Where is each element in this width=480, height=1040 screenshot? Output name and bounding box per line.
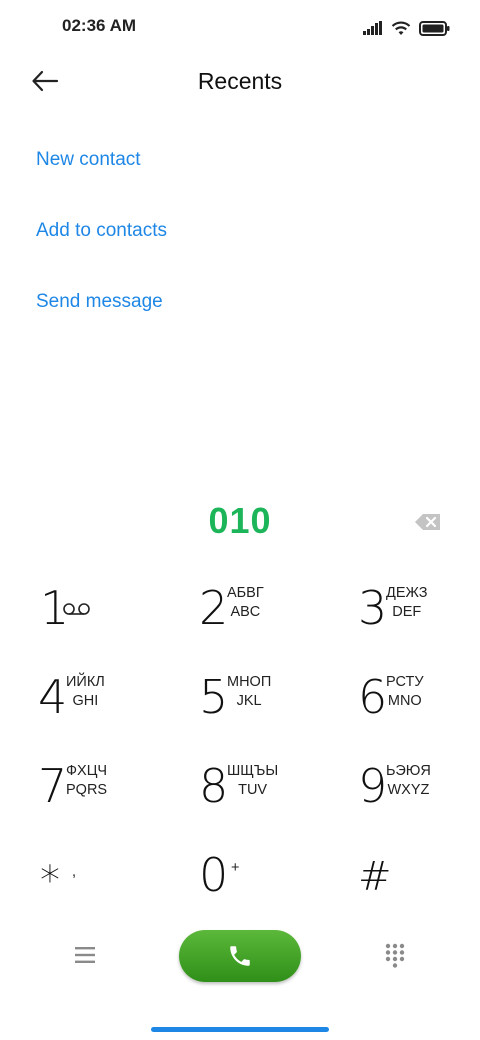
key-3[interactable]: 3 ДЕЖЗ DEF [358,578,480,654]
page-title: Recents [197,68,283,94]
key-digit: 8 [199,759,229,813]
backspace-button[interactable] [414,512,442,532]
new-contact-link[interactable]: New contact [36,144,167,176]
key-9[interactable]: 9 ЬЭЮЯ WXYZ [358,756,480,832]
battery-icon [419,20,450,36]
add-to-contacts-link[interactable]: Add to contacts [36,215,167,247]
menu-button[interactable] [74,944,96,966]
header: Recents [0,56,480,112]
key-letters: ШЩЪЫ TUV [227,762,278,800]
key-7[interactable]: 7 ФХЦЧ PQRS [38,756,178,832]
key-letters: АБВГ ABC [227,584,264,622]
dialpad-toggle-button[interactable] [385,943,405,969]
key-letters-latin: JKL [236,693,262,709]
signal-icon [363,21,382,35]
key-digit: 0 [199,848,229,902]
backspace-icon [415,514,440,530]
key-letters: , [72,863,76,882]
key-letters-comma: , [72,864,77,880]
key-letters: МНОП JKL [227,673,271,711]
key-letters-cyrillic: РСТУ [386,674,424,690]
send-message-link[interactable]: Send message [36,286,167,318]
key-digit: 2 [199,581,229,635]
key-digit: # [358,854,392,900]
key-0[interactable]: 0 + [199,845,339,921]
key-letters: + [231,859,239,878]
status-time: 02:36 AM [62,16,137,35]
key-letters-cyrillic: ФХЦЧ [66,763,108,779]
key-letters: ЬЭЮЯ WXYZ [386,762,431,800]
key-letters-latin: DEF [392,604,422,620]
key-digit: * [40,858,60,904]
key-letters-cyrillic: АБВГ [227,585,264,601]
key-letters: РСТУ MNO [386,673,424,711]
status-bar: 02:36 AM [0,0,480,56]
key-1[interactable]: 1 [40,578,180,654]
key-digit: 7 [38,759,68,813]
key-letters-latin: MNO [387,693,422,709]
action-list: New contact Add to contacts Send message [36,144,167,357]
key-letters: ДЕЖЗ DEF [386,584,427,622]
key-digit: 4 [38,670,68,724]
dialpad-icon [385,943,405,968]
key-letters-cyrillic: ШЩЪЫ [227,763,279,779]
dialed-number: 010 [208,500,272,541]
key-letters-latin: TUV [238,782,268,798]
key-letters-latin: WXYZ [387,782,430,798]
key-letters-latin: GHI [72,693,99,709]
key-digit: 6 [358,670,388,724]
key-5[interactable]: 5 МНОП JKL [199,667,339,743]
voicemail-icon [63,603,90,615]
key-letters-cyrillic: ДЕЖЗ [386,585,428,601]
key-letters-cyrillic: МНОП [227,674,272,690]
key-2[interactable]: 2 АБВГ ABC [199,578,339,654]
key-4[interactable]: 4 ИЙКЛ GHI [38,667,178,743]
key-digit: 9 [358,759,388,813]
key-letters: ФХЦЧ PQRS [66,762,107,800]
status-icons [363,18,450,38]
home-indicator[interactable] [151,1027,329,1032]
call-button[interactable] [179,930,301,982]
key-digit: 3 [358,581,388,635]
key-digit: 5 [199,670,229,724]
key-letters-latin: PQRS [66,782,108,798]
menu-icon [75,947,95,963]
wifi-icon [391,21,411,35]
key-6[interactable]: 6 РСТУ MNO [358,667,480,743]
dialer-screen: 02:36 AM Recents New contact Add to cont… [0,0,480,1040]
key-letters-cyrillic: ЬЭЮЯ [386,763,431,779]
key-letters-plus: + [231,860,240,876]
key-8[interactable]: 8 ШЩЪЫ TUV [199,756,339,832]
phone-icon [230,946,250,966]
key-star[interactable]: * , [40,845,180,921]
key-hash[interactable]: # [358,845,480,921]
key-letters: ИЙКЛ GHI [66,673,105,711]
key-letters-cyrillic: ИЙКЛ [66,674,105,690]
key-letters-latin: ABC [230,604,261,620]
